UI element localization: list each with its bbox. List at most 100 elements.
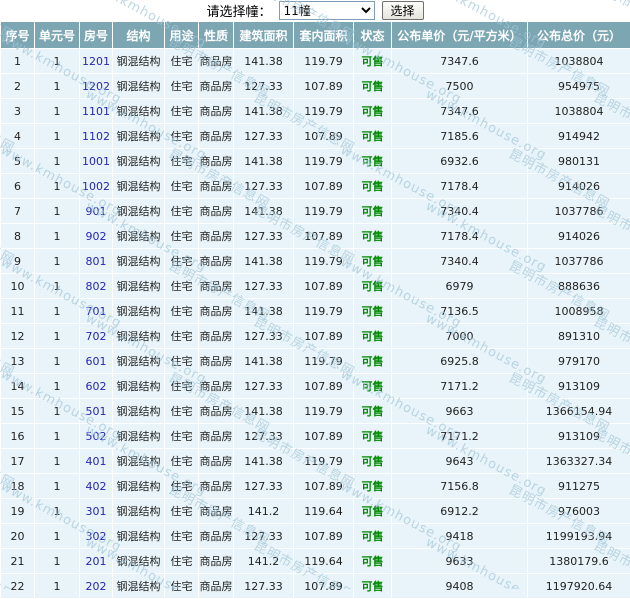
cell-col-1: 1 — [35, 474, 80, 499]
table-row: 411102钢混结构住宅商品房127.33107.89可售7185.691494… — [1, 124, 630, 149]
room-number-link[interactable]: 202 — [86, 580, 107, 593]
cell-col-10: 914942 — [528, 124, 630, 149]
cell-col-3: 钢混结构 — [113, 374, 165, 399]
cell-col-10: 1008958 — [528, 299, 630, 324]
room-number-link[interactable]: 402 — [86, 480, 107, 493]
status-cell: 可售 — [354, 374, 392, 399]
room-number-link[interactable]: 501 — [86, 405, 107, 418]
cell-col-5: 商品房 — [199, 49, 234, 74]
room-number-link[interactable]: 702 — [86, 330, 107, 343]
cell-col-3: 钢混结构 — [113, 574, 165, 599]
cell-col-6: 141.38 — [234, 49, 294, 74]
cell-col-0: 6 — [1, 174, 35, 199]
cell-col-5: 商品房 — [199, 224, 234, 249]
cell-col-4: 住宅 — [165, 274, 199, 299]
cell-col-3: 钢混结构 — [113, 199, 165, 224]
cell-col-9: 7178.4 — [392, 224, 528, 249]
room-number-cell: 201 — [80, 549, 113, 574]
room-number-link[interactable]: 1002 — [82, 180, 110, 193]
status-text: 可售 — [362, 480, 384, 493]
cell-col-4: 住宅 — [165, 524, 199, 549]
status-cell: 可售 — [354, 424, 392, 449]
status-cell: 可售 — [354, 549, 392, 574]
room-number-link[interactable]: 401 — [86, 455, 107, 468]
cell-col-0: 2 — [1, 74, 35, 99]
status-cell: 可售 — [354, 274, 392, 299]
room-number-link[interactable]: 1101 — [82, 105, 110, 118]
select-button[interactable]: 选择 — [382, 1, 424, 20]
room-number-link[interactable]: 701 — [86, 305, 107, 318]
cell-col-9: 7136.5 — [392, 299, 528, 324]
cell-col-9: 9643 — [392, 449, 528, 474]
table-row: 141602钢混结构住宅商品房127.33107.89可售7171.291310… — [1, 374, 630, 399]
cell-col-0: 8 — [1, 224, 35, 249]
room-number-link[interactable]: 201 — [86, 555, 107, 568]
cell-col-7: 119.79 — [294, 99, 354, 124]
room-number-link[interactable]: 1001 — [82, 155, 110, 168]
cell-col-4: 住宅 — [165, 449, 199, 474]
cell-col-0: 15 — [1, 399, 35, 424]
cell-col-5: 商品房 — [199, 499, 234, 524]
room-number-cell: 1101 — [80, 99, 113, 124]
cell-col-4: 住宅 — [165, 249, 199, 274]
cell-col-3: 钢混结构 — [113, 149, 165, 174]
cell-col-7: 119.79 — [294, 49, 354, 74]
cell-col-4: 住宅 — [165, 99, 199, 124]
building-select-label: 请选择幢： — [206, 1, 271, 20]
cell-col-7: 107.89 — [294, 424, 354, 449]
cell-col-3: 钢混结构 — [113, 549, 165, 574]
cell-col-6: 141.38 — [234, 199, 294, 224]
cell-col-5: 商品房 — [199, 374, 234, 399]
cell-col-9: 7340.4 — [392, 249, 528, 274]
room-number-link[interactable]: 1201 — [82, 55, 110, 68]
cell-col-5: 商品房 — [199, 549, 234, 574]
cell-col-4: 住宅 — [165, 499, 199, 524]
cell-col-6: 141.38 — [234, 349, 294, 374]
listing-table-container: 序号单元号房号结构用途性质建筑面积套内面积状态公布单价（元/平方米）公布总价（元… — [0, 21, 630, 589]
cell-col-0: 20 — [1, 524, 35, 549]
room-number-link[interactable]: 302 — [86, 530, 107, 543]
room-number-link[interactable]: 1102 — [82, 130, 110, 143]
room-number-link[interactable]: 901 — [86, 205, 107, 218]
room-number-link[interactable]: 601 — [86, 355, 107, 368]
cell-col-6: 127.33 — [234, 474, 294, 499]
cell-col-3: 钢混结构 — [113, 74, 165, 99]
cell-col-10: 1038804 — [528, 99, 630, 124]
room-number-link[interactable]: 802 — [86, 280, 107, 293]
cell-col-3: 钢混结构 — [113, 324, 165, 349]
status-cell: 可售 — [354, 324, 392, 349]
room-number-link[interactable]: 502 — [86, 430, 107, 443]
cell-col-0: 4 — [1, 124, 35, 149]
status-text: 可售 — [362, 305, 384, 318]
room-number-link[interactable]: 1202 — [82, 80, 110, 93]
status-text: 可售 — [362, 155, 384, 168]
room-number-link[interactable]: 902 — [86, 230, 107, 243]
room-number-link[interactable]: 301 — [86, 505, 107, 518]
room-number-cell: 1002 — [80, 174, 113, 199]
status-text: 可售 — [362, 455, 384, 468]
cell-col-10: 1037786 — [528, 249, 630, 274]
cell-col-10: 913109 — [528, 374, 630, 399]
cell-col-3: 钢混结构 — [113, 99, 165, 124]
table-row: 71901钢混结构住宅商品房141.38119.79可售7340.4103778… — [1, 199, 630, 224]
cell-col-10: 1038804 — [528, 49, 630, 74]
cell-col-1: 1 — [35, 224, 80, 249]
room-number-link[interactable]: 801 — [86, 255, 107, 268]
cell-col-6: 127.33 — [234, 424, 294, 449]
cell-col-10: 891310 — [528, 324, 630, 349]
room-number-cell: 301 — [80, 499, 113, 524]
table-row: 181402钢混结构住宅商品房127.33107.89可售7156.891127… — [1, 474, 630, 499]
cell-col-4: 住宅 — [165, 224, 199, 249]
cell-col-1: 1 — [35, 299, 80, 324]
cell-col-3: 钢混结构 — [113, 474, 165, 499]
building-select[interactable]: 11幢 — [279, 1, 375, 20]
cell-col-0: 7 — [1, 199, 35, 224]
status-text: 可售 — [362, 405, 384, 418]
cell-col-9: 9418 — [392, 524, 528, 549]
table-row: 211202钢混结构住宅商品房127.33107.89可售7500954975 — [1, 74, 630, 99]
cell-col-9: 9633 — [392, 549, 528, 574]
room-number-link[interactable]: 602 — [86, 380, 107, 393]
status-text: 可售 — [362, 255, 384, 268]
cell-col-6: 127.33 — [234, 74, 294, 99]
table-row: 131601钢混结构住宅商品房141.38119.79可售6925.897917… — [1, 349, 630, 374]
